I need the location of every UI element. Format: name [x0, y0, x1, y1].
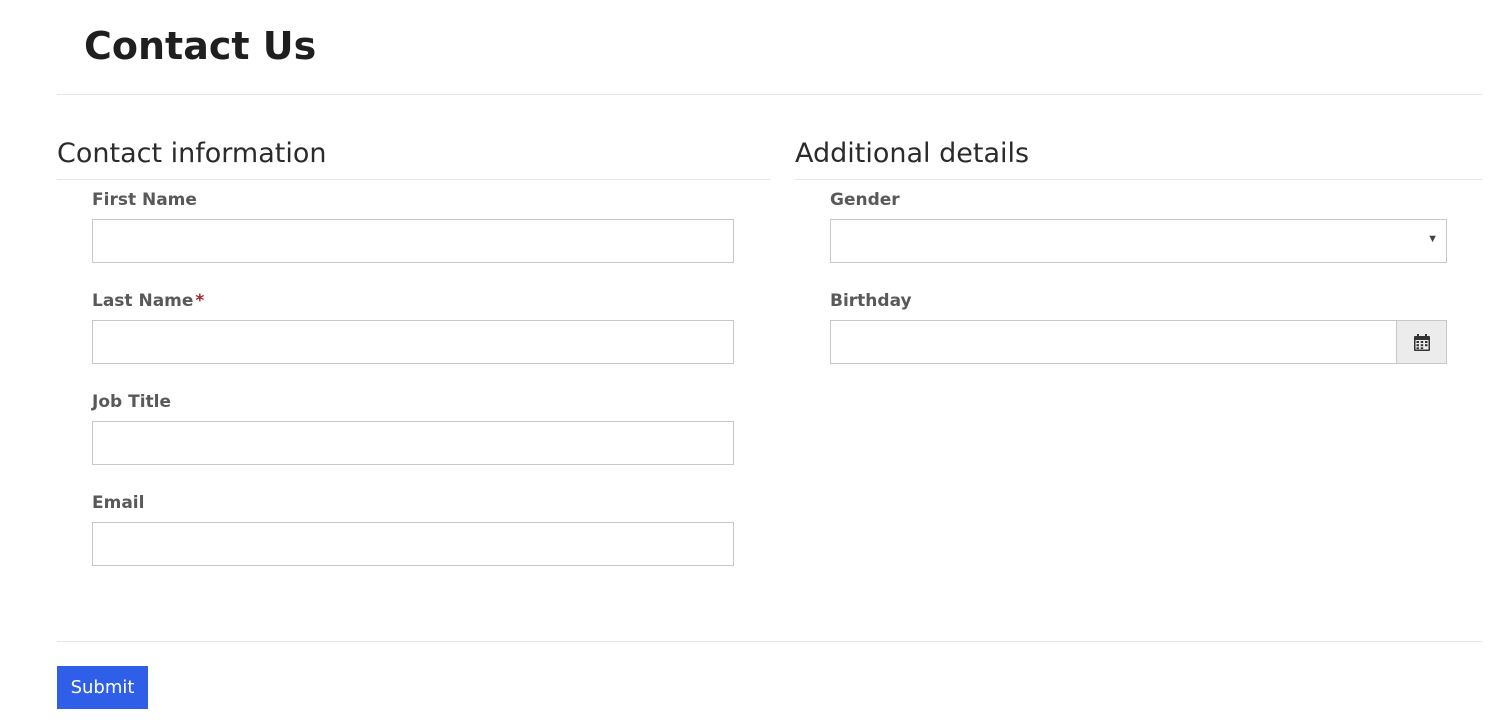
first-name-label: First Name	[92, 190, 197, 210]
section-title-additional-details: Additional details	[795, 138, 1030, 169]
birthday-label: Birthday	[830, 291, 912, 311]
job-title-label-text: Job Title	[92, 392, 171, 412]
calendar-button[interactable]	[1396, 320, 1447, 364]
submit-button[interactable]: Submit	[57, 666, 148, 709]
gender-label-text: Gender	[830, 190, 900, 210]
title-divider	[57, 94, 1482, 95]
gender-select[interactable]: ▼	[830, 219, 1447, 263]
gender-label: Gender	[830, 190, 900, 210]
details-section-divider	[795, 179, 1482, 180]
birthday-input[interactable]	[830, 320, 1397, 364]
job-title-input[interactable]	[92, 421, 734, 465]
last-name-input[interactable]	[92, 320, 734, 364]
birthday-date-picker	[830, 320, 1447, 364]
first-name-label-text: First Name	[92, 190, 197, 210]
caret-down-icon: ▼	[1427, 233, 1438, 245]
required-marker: *	[195, 291, 205, 311]
first-name-input[interactable]	[92, 219, 734, 263]
contact-section-divider	[57, 179, 770, 180]
page-title: Contact Us	[84, 24, 317, 68]
email-input[interactable]	[92, 522, 734, 566]
calendar-icon	[1413, 333, 1430, 351]
job-title-label: Job Title	[92, 392, 171, 412]
email-label-text: Email	[92, 493, 145, 513]
footer-divider	[57, 641, 1482, 642]
birthday-label-text: Birthday	[830, 291, 912, 311]
contact-form-page: Contact Us Contact information First Nam…	[0, 0, 1489, 723]
email-label: Email	[92, 493, 144, 513]
last-name-label: Last Name *	[92, 291, 204, 311]
last-name-label-text: Last Name	[92, 291, 194, 311]
section-title-contact-information: Contact information	[57, 138, 327, 169]
